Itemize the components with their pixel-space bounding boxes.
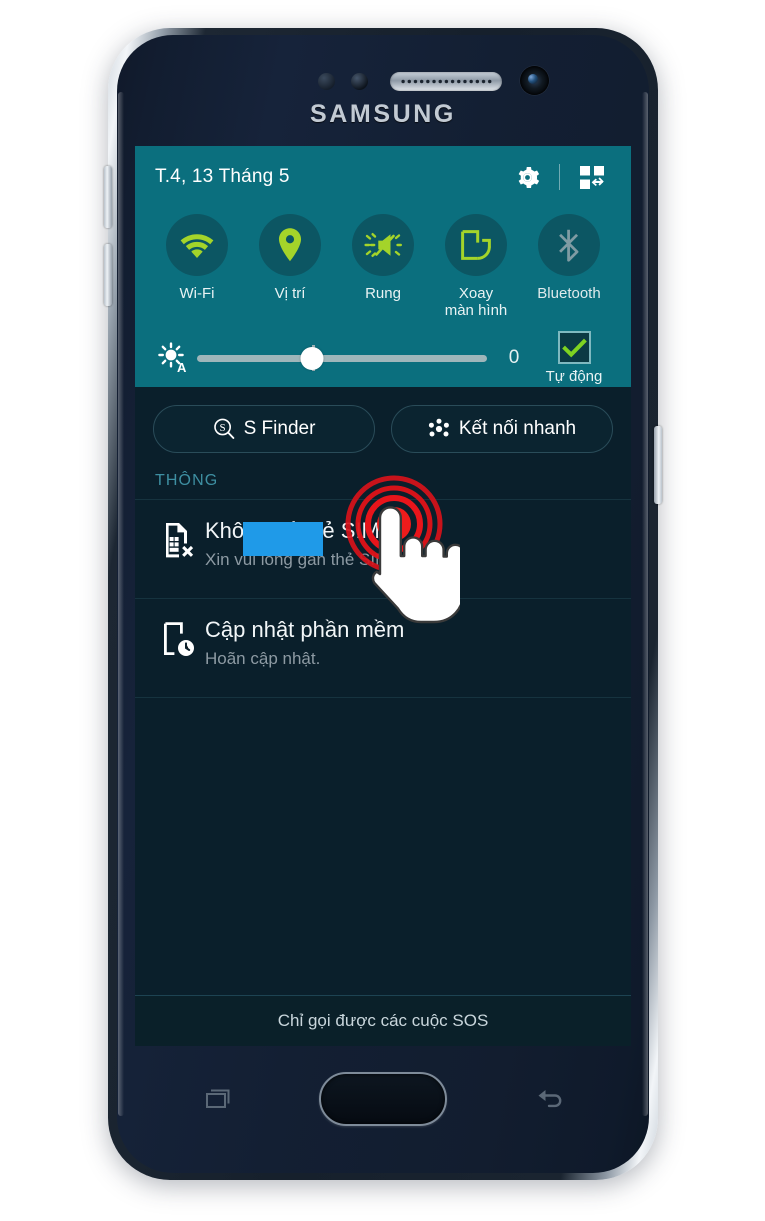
notification-shade: S S Finder Kết nối nhanh THÔNG Không SIM… [135,387,631,698]
toggle-circle [538,214,600,276]
recents-icon [206,1089,230,1108]
brightness-slider[interactable] [197,345,487,371]
top-bezel: SAMSUNG [108,28,658,146]
s-finder-label: S Finder [243,418,316,439]
emergency-calls-bar: Chỉ gọi được các cuộc SOS [135,995,631,1046]
quick-toggle-label: Xoay màn hình [445,285,508,319]
notification-texts: Cập nhật phần mềm Hoãn cập nhật. [205,616,611,671]
checkmark-icon [561,338,587,357]
auto-brightness-icon: A [153,341,193,375]
notifications-section-label: THÔNG [155,472,219,489]
bluetooth-icon [559,229,579,262]
quick-toggle-label: Rung [365,285,401,302]
auto-brightness-toggle[interactable]: Tự động [535,331,613,385]
quick-toggle-wifi[interactable]: Wi-Fi [151,214,243,319]
divider [135,697,631,698]
quick-toggle-bluetooth[interactable]: Bluetooth [523,214,615,319]
vibrate-mute-icon [364,233,402,257]
brightness-value: 0 [508,347,520,368]
quick-toggle-screen-rotation[interactable]: Xoay màn hình [430,214,522,319]
rotation-label-line1: Xoay [458,285,494,302]
gear-icon[interactable] [508,158,546,196]
front-camera-icon [520,66,549,95]
earpiece-speaker [390,72,502,91]
quick-settings-panel: T.4, 13 Tháng 5 Wi-Fi Vị trí Rung Xoay m… [135,146,631,387]
volume-down-button[interactable] [104,244,112,306]
proximity-sensor-icon [318,73,335,90]
volume-up-button[interactable] [104,166,112,228]
quick-toggle-label: Vị trí [274,285,306,302]
slider-thumb[interactable] [300,346,324,370]
status-date: T.4, 13 Tháng 5 [155,166,290,187]
slider-track [197,354,487,362]
notification-item-sim[interactable]: Không có thẻ SIM Xin vui lòng gắn thẻ SI… [135,500,631,598]
svg-text:S: S [219,422,225,434]
notification-title: Cập nhật phần mềm [205,617,405,642]
s-finder-button[interactable]: S S Finder [153,405,375,453]
notification-subtitle: Hoãn cập nhật. [205,649,321,668]
s-finder-icon: S [213,418,234,439]
quick-connect-label: Kết nối nhanh [458,418,577,439]
back-key[interactable] [528,1080,574,1118]
notification-texts: Không có thẻ SIM Xin vui lòng gắn thẻ SI… [205,517,611,572]
software-update-icon [153,616,205,659]
quick-toggle-label: Bluetooth [537,285,601,302]
light-sensor-icon [351,73,368,90]
wifi-icon [180,234,214,258]
redaction-overlay [243,522,323,556]
screen-rotation-icon [461,230,491,260]
quick-connect-icon [428,418,449,437]
toggle-circle [259,214,321,276]
auto-brightness-checkbox[interactable] [557,331,591,364]
power-button[interactable] [654,426,662,504]
brand-logo: SAMSUNG [310,100,456,128]
notification-item-software-update[interactable]: Cập nhật phần mềm Hoãn cập nhật. [135,599,631,697]
quick-toggle-vibrate[interactable]: Rung [337,214,429,319]
auto-brightness-label: Tự động [545,368,603,385]
quick-settings-edit-icon[interactable] [573,158,611,196]
sim-card-error-icon [153,517,205,560]
quick-connect-button[interactable]: Kết nối nhanh [391,405,613,453]
bottom-bezel [108,1046,658,1180]
quick-toggle-location[interactable]: Vị trí [244,214,336,319]
speaker-mesh [400,78,492,85]
phone-screen: T.4, 13 Tháng 5 Wi-Fi Vị trí Rung Xoay m… [135,146,631,1046]
status-bar-divider [559,164,560,190]
svg-text:A: A [177,360,187,375]
status-bar: T.4, 13 Tháng 5 [135,146,631,208]
recents-key[interactable] [192,1080,238,1118]
toggle-circle [166,214,228,276]
brightness-row: A 0 Tự động [135,319,631,385]
quick-toggle-label: Wi-Fi [179,285,215,302]
location-pin-icon [278,228,302,262]
back-arrow-icon [538,1090,562,1108]
action-button-row: S S Finder Kết nối nhanh [135,387,631,453]
toggle-circle [445,214,507,276]
rotation-label-line2: màn hình [444,302,508,319]
quick-toggle-row: Wi-Fi Vị trí Rung Xoay màn hình Bluetoot… [135,208,631,319]
home-button[interactable] [319,1072,447,1126]
phone-device: SAMSUNG T.4, 13 Tháng 5 Wi-Fi Vị trí Run… [104,28,662,1180]
toggle-circle [352,214,414,276]
